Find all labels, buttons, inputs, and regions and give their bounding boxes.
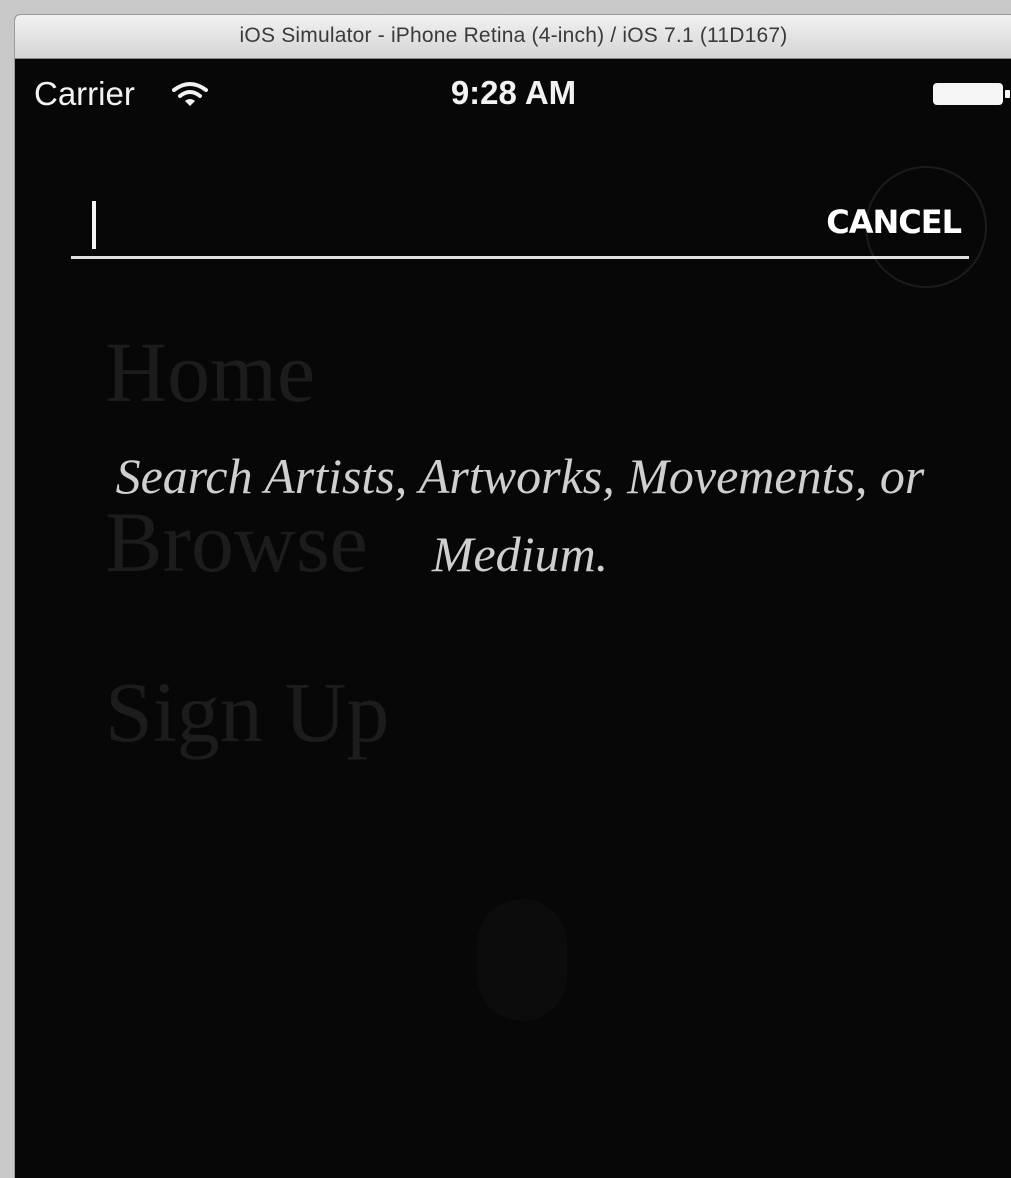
text-cursor xyxy=(92,201,96,249)
window-titlebar[interactable]: iOS Simulator - iPhone Retina (4-inch) /… xyxy=(15,15,1011,59)
home-indicator xyxy=(477,899,567,1021)
menu-item-sign-up[interactable]: Sign Up xyxy=(105,669,389,755)
search-bar: CANCEL xyxy=(71,189,969,259)
simulator-window: iOS Simulator - iPhone Retina (4-inch) /… xyxy=(14,14,1011,1178)
battery-icon xyxy=(933,83,1010,105)
search-hint: Search Artists, Artworks, Movements, or … xyxy=(115,448,925,582)
device-screen: Carrier 9:28 AM CANCEL Home Browse Sign … xyxy=(15,59,1011,1178)
status-time: 9:28 AM xyxy=(450,74,577,111)
menu-item-home[interactable]: Home xyxy=(105,329,315,415)
window-title: iOS Simulator - iPhone Retina (4-inch) /… xyxy=(239,24,788,47)
cancel-button[interactable]: CANCEL xyxy=(791,189,971,255)
status-bar: Carrier 9:28 AM xyxy=(15,59,1011,127)
search-underline xyxy=(71,256,969,259)
search-input[interactable] xyxy=(83,199,783,247)
